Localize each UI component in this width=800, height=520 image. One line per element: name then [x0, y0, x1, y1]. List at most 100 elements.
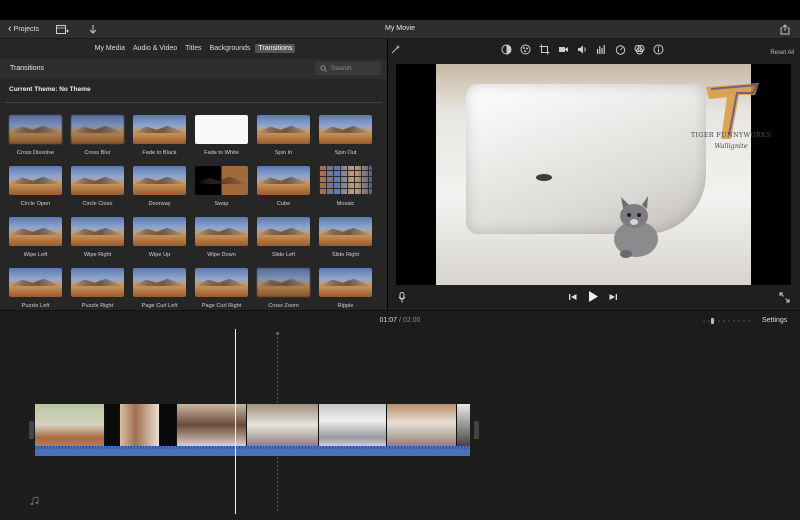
transition-thumbnail — [9, 166, 62, 195]
transition-spin-out[interactable]: Spin Out — [319, 115, 372, 157]
transition-thumbnail — [257, 166, 310, 195]
transition-mosaic[interactable]: Mosaic — [319, 166, 372, 208]
divider — [5, 102, 382, 103]
transition-label: Wipe Left — [23, 252, 48, 258]
equalizer-icon[interactable] — [596, 44, 607, 55]
zoom-slider[interactable] — [703, 318, 753, 324]
total-time: 02:00 — [402, 317, 421, 324]
transition-wipe-down[interactable]: Wipe Down — [195, 217, 248, 259]
transition-label: Slide Left — [271, 252, 296, 258]
transition-puzzle-right[interactable]: Puzzle Right — [71, 268, 124, 310]
transition-thumbnail — [9, 268, 62, 297]
transition-wipe-left[interactable]: Wipe Left — [9, 217, 62, 259]
transition-label: Puzzle Left — [21, 303, 50, 309]
video-preview[interactable]: TIGER FUNNYWORKS Wallignite — [396, 64, 791, 285]
search-input[interactable]: Search — [315, 62, 381, 75]
transition-label: Wipe Down — [207, 252, 236, 258]
skip-forward-icon[interactable] — [608, 292, 618, 302]
playhead[interactable] — [235, 329, 236, 514]
transition-thumbnail — [133, 268, 186, 297]
clip-thumbnail — [177, 404, 247, 446]
video-clip-strip[interactable] — [35, 404, 470, 446]
search-icon — [320, 65, 327, 72]
transition-thumbnail — [257, 217, 310, 246]
transition-thumbnail — [319, 217, 372, 246]
crop-icon[interactable] — [539, 44, 550, 55]
search-placeholder: Search — [331, 65, 352, 72]
transition-wipe-right[interactable]: Wipe Right — [71, 217, 124, 259]
watermark-line1: TIGER FUNNYWORKS — [690, 131, 772, 139]
section-title: Transitions — [10, 65, 44, 72]
transition-cross-dissolve[interactable]: Cross Dissolve — [9, 115, 62, 157]
transition-slide-right[interactable]: Slide Right — [319, 217, 372, 259]
camera-icon[interactable] — [558, 44, 569, 55]
transition-page-curl-left[interactable]: Page Curl Left — [133, 268, 186, 310]
tab-audio-video[interactable]: Audio & Video — [130, 44, 180, 53]
transition-thumbnail — [133, 166, 186, 195]
transition-ripple[interactable]: Ripple — [319, 268, 372, 310]
transition-thumbnail — [71, 217, 124, 246]
transition-thumbnail — [9, 115, 62, 144]
transition-label: Ripple — [337, 303, 354, 309]
transition-cross-blur[interactable]: Cross Blur — [71, 115, 124, 157]
transition-circle-open[interactable]: Circle Open — [9, 166, 62, 208]
transition-fade-to-white[interactable]: Fade to White — [195, 115, 248, 157]
transition-thumbnail — [195, 115, 248, 144]
play-icon[interactable] — [587, 290, 599, 303]
transition-doorway[interactable]: Doorway — [133, 166, 186, 208]
volume-icon[interactable] — [577, 44, 588, 55]
color-correction-icon[interactable] — [520, 44, 531, 55]
info-icon[interactable] — [653, 44, 664, 55]
color-balance-icon[interactable] — [501, 44, 512, 55]
transition-label: Spin Out — [334, 150, 357, 156]
tab-my-media[interactable]: My Media — [92, 44, 128, 53]
transition-fade-to-black[interactable]: Fade to Black — [133, 115, 186, 157]
fullscreen-icon[interactable] — [779, 292, 790, 303]
transition-puzzle-left[interactable]: Puzzle Left — [9, 268, 62, 310]
clip-thumbnail — [160, 404, 177, 446]
transition-slide-left[interactable]: Slide Left — [257, 217, 310, 259]
timeline-settings-button[interactable]: Settings — [762, 317, 787, 324]
transition-label: Wipe Up — [148, 252, 171, 258]
clip-thumbnail — [247, 404, 319, 446]
share-icon[interactable] — [780, 24, 790, 35]
microphone-icon[interactable] — [398, 292, 406, 303]
skip-back-icon[interactable] — [568, 292, 578, 302]
transition-thumbnail — [133, 217, 186, 246]
transition-thumbnail — [319, 115, 372, 144]
speedometer-icon[interactable] — [615, 44, 626, 55]
tab-backgrounds[interactable]: Backgrounds — [207, 44, 254, 53]
magic-wand-icon[interactable] — [390, 44, 401, 55]
transition-label: Swap — [214, 201, 229, 207]
clip-trim-handle-left[interactable] — [29, 421, 34, 439]
current-time: 01:07 — [379, 317, 398, 324]
transitions-grid: Cross Dissolve Cross Blur Fade to Black … — [9, 115, 381, 310]
audio-waveform[interactable] — [35, 446, 470, 456]
transition-label: Wipe Right — [83, 252, 112, 258]
music-note-icon[interactable] — [29, 496, 39, 506]
transition-label: Cross Zoom — [268, 303, 299, 309]
drain — [536, 174, 552, 181]
transition-wipe-up[interactable]: Wipe Up — [133, 217, 186, 259]
tab-transitions[interactable]: Transitions — [255, 44, 296, 53]
transition-thumbnail — [257, 268, 310, 297]
transition-label: Puzzle Right — [81, 303, 114, 309]
transition-spin-in[interactable]: Spin In — [257, 115, 310, 157]
transition-page-curl-right[interactable]: Page Curl Right — [195, 268, 248, 310]
transition-swap[interactable]: Swap — [195, 166, 248, 208]
movie-title: My Movie — [385, 25, 415, 32]
clip-trim-handle-right[interactable] — [474, 421, 479, 439]
transition-thumbnail — [71, 166, 124, 195]
tab-titles[interactable]: Titles — [182, 44, 204, 53]
reset-all-button[interactable]: Reset All — [770, 50, 794, 56]
viewer: Reset All TIGER FUNNYWORKS Wallignite — [388, 39, 800, 310]
transition-cube[interactable]: Cube — [257, 166, 310, 208]
watermark-line2: Wallignite — [714, 142, 748, 150]
transition-circle-close[interactable]: Circle Close — [71, 166, 124, 208]
transition-thumbnail — [319, 166, 372, 195]
filter-icon[interactable] — [634, 44, 645, 55]
transition-thumbnail — [9, 217, 62, 246]
timeline[interactable] — [0, 329, 800, 520]
transition-label: Fade to Black — [142, 150, 177, 156]
transition-cross-zoom[interactable]: Cross Zoom — [257, 268, 310, 310]
